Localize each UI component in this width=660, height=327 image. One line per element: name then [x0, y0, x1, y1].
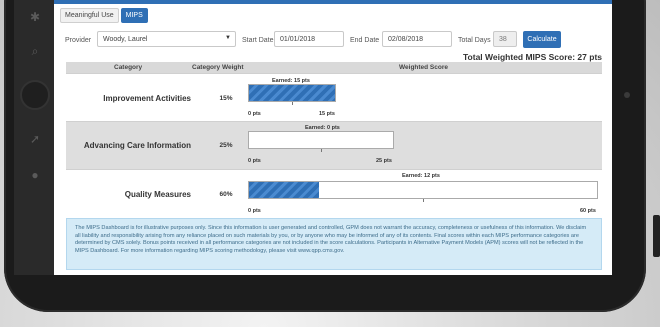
axis-max-label: 60 pts [580, 208, 596, 214]
row-weight: 25% [219, 142, 233, 149]
tablet-side-strip: ✱ ⌕ ➚ ● [14, 0, 54, 275]
score-fill [249, 182, 319, 198]
top-bar [54, 0, 612, 4]
header-category: Category [114, 64, 143, 71]
tab-bar: Meaningful Use MIPS [60, 8, 148, 23]
bar-tick [423, 199, 424, 202]
provider-value: Woody, Laurel [103, 36, 148, 43]
row-category: Advancing Care Information [83, 141, 191, 150]
provider-label: Provider [65, 37, 92, 44]
disclaimer-box: The MIPS Dashboard is for illustrative p… [66, 218, 602, 270]
tab-meaningful-use[interactable]: Meaningful Use [60, 8, 119, 23]
axis-min-label: 0 pts [248, 158, 261, 164]
score-fill [249, 85, 335, 101]
camera-icon [624, 92, 630, 98]
header-score: Weighted Score [399, 64, 449, 71]
bar-tick [321, 149, 322, 152]
score-table: Category Category Weight Weighted Score … [66, 62, 602, 217]
row-weight: 15% [219, 95, 233, 102]
tab-mips[interactable]: MIPS [120, 8, 148, 23]
axis-min-label: 0 pts [248, 111, 261, 117]
row-category: Quality Measures [124, 190, 191, 199]
score-bar [248, 181, 598, 199]
axis-min-label: 0 pts [248, 208, 261, 214]
bar-tick [292, 102, 293, 105]
row-weight: 60% [219, 191, 233, 198]
table-header: Category Category Weight Weighted Score [66, 62, 602, 73]
share-icon: ➚ [29, 132, 41, 146]
screen: Meaningful Use MIPS Provider Woody, Laur… [54, 0, 612, 275]
axis-max-label: 15 pts [319, 111, 335, 117]
score-bar [248, 84, 336, 102]
earned-label: Earned: 12 pts [402, 173, 440, 179]
table-row: Quality Measures 60% Earned: 12 pts 0 pt… [66, 169, 602, 217]
score-bar [248, 131, 394, 149]
table-row: Advancing Care Information 25% Earned: 0… [66, 121, 602, 169]
total-days-label: Total Days [458, 37, 491, 44]
end-date-field[interactable]: 02/08/2018 [382, 31, 452, 47]
side-button[interactable] [653, 215, 660, 257]
start-date-field[interactable]: 01/01/2018 [274, 31, 344, 47]
start-date-value: 01/01/2018 [280, 36, 316, 43]
table-row: Improvement Activities 15% Earned: 15 pt… [66, 73, 602, 121]
calculate-button[interactable]: Calculate [523, 31, 561, 48]
row-category: Improvement Activities [103, 94, 191, 103]
chevron-down-icon: ▼ [225, 35, 231, 41]
home-button[interactable] [20, 80, 50, 110]
total-days-value: 38 [499, 36, 507, 43]
user-icon: ● [31, 168, 39, 182]
start-date-label: Start Date [242, 37, 274, 44]
provider-select[interactable]: Woody, Laurel ▼ [97, 31, 236, 47]
end-date-label: End Date [350, 37, 380, 44]
header-weight: Category Weight [192, 64, 244, 71]
settings-icon: ✱ [29, 10, 41, 24]
search-icon: ⌕ [31, 44, 39, 58]
total-score: Total Weighted MIPS Score: 27 pts [462, 52, 602, 62]
axis-max-label: 25 pts [376, 158, 392, 164]
end-date-value: 02/08/2018 [388, 36, 424, 43]
total-days-field: 38 [493, 31, 517, 47]
